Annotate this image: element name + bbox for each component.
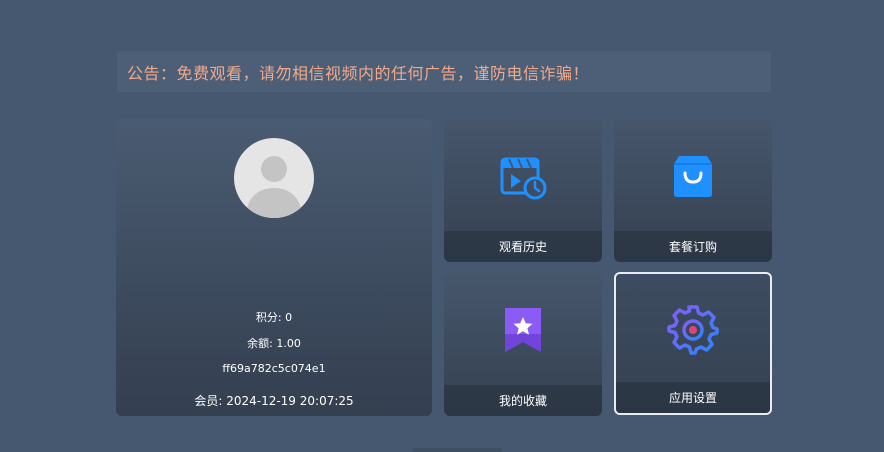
membership-expiry-text: 会员: 2024-12-19 20:07:25 bbox=[194, 394, 354, 408]
favorites-star-icon bbox=[497, 304, 549, 356]
device-id-text: ff69a782c5c074e1 bbox=[222, 362, 326, 375]
settings-gear-icon bbox=[667, 303, 719, 355]
tile-label-bar: 套餐订购 bbox=[614, 231, 772, 262]
watch-history-icon bbox=[497, 150, 549, 202]
bottom-scroll-indicator bbox=[412, 448, 502, 452]
user-profile-card[interactable]: 积分: 0 余额: 1.00 ff69a782c5c074e1 会员: 2024… bbox=[116, 119, 432, 416]
announcement-bar: 公告：免费观看，请勿相信视频内的任何广告，谨防电信诈骗！ bbox=[117, 51, 771, 92]
tile-my-favorites[interactable]: 我的收藏 bbox=[444, 273, 602, 416]
tile-app-settings[interactable]: 应用设置 bbox=[614, 272, 772, 415]
tile-watch-history[interactable]: 观看历史 bbox=[444, 119, 602, 262]
tile-label: 应用设置 bbox=[668, 391, 717, 405]
tile-label-bar: 应用设置 bbox=[616, 382, 770, 413]
tile-label: 我的收藏 bbox=[498, 394, 547, 408]
tile-label: 观看历史 bbox=[498, 240, 547, 254]
tile-package-subscribe[interactable]: 套餐订购 bbox=[614, 119, 772, 262]
balance-text: 余额: 1.00 bbox=[247, 337, 301, 350]
announcement-text: 公告：免费观看，请勿相信视频内的任何广告，谨防电信诈骗！ bbox=[127, 63, 590, 83]
tile-label-bar: 我的收藏 bbox=[444, 385, 602, 416]
shopping-bag-icon bbox=[667, 150, 719, 202]
user-avatar-icon bbox=[246, 156, 302, 218]
tile-label: 套餐订购 bbox=[668, 240, 717, 254]
tile-label-bar: 观看历史 bbox=[444, 231, 602, 262]
avatar bbox=[234, 138, 314, 218]
points-text: 积分: 0 bbox=[255, 311, 293, 324]
